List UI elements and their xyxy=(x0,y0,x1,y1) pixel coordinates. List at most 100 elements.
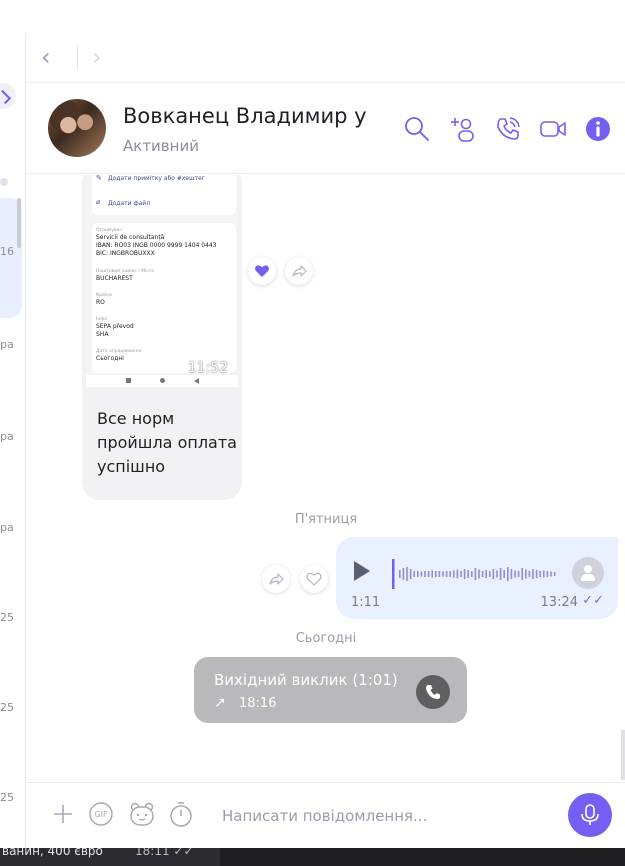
viber-logo-icon[interactable] xyxy=(0,83,16,109)
waveform-bar xyxy=(424,571,426,577)
taskbar-area xyxy=(220,848,625,866)
waveform-bar xyxy=(420,571,423,577)
message-input[interactable] xyxy=(222,805,552,827)
share-icon[interactable] xyxy=(262,565,290,593)
waveform-bar xyxy=(532,569,534,579)
city-value: BUCHAREST xyxy=(96,275,133,282)
call-back-button[interactable] xyxy=(416,675,450,709)
waveform-bar xyxy=(438,571,441,577)
waveform-bar xyxy=(445,571,448,577)
notification-preview[interactable]: ванин, 400 євро 18:11 ✓✓ xyxy=(0,848,220,866)
plus-icon[interactable] xyxy=(49,800,77,828)
voice-message[interactable]: 1:11 13:24 ✓✓ xyxy=(336,537,618,619)
read-receipt-icon: ✓✓ xyxy=(582,593,604,608)
voice-duration: 1:11 xyxy=(351,595,381,610)
waveform-bar xyxy=(528,571,531,577)
sticker-icon[interactable] xyxy=(128,800,156,828)
add-note-label: Додати примітку або #хештег xyxy=(108,175,205,182)
add-participant-icon[interactable] xyxy=(448,114,478,144)
waveform-bar xyxy=(471,571,473,577)
screenshot-time: 11:52 xyxy=(187,360,228,376)
waveform-bar xyxy=(525,569,527,579)
country-label: Країна xyxy=(96,293,112,298)
notification-time: 18:11 ✓✓ xyxy=(135,848,194,858)
recipient-value: Servicii de consultanță xyxy=(96,234,165,241)
image-message[interactable]: ✎ Додати примітку або #хештег ⌀ Додати ф… xyxy=(82,175,242,500)
timer-icon[interactable] xyxy=(167,800,195,828)
scrollbar[interactable] xyxy=(621,730,625,780)
waveform-bar xyxy=(399,570,401,578)
pencil-icon: ✎ xyxy=(96,175,102,182)
conversation-date: 25 xyxy=(0,791,14,804)
conversation-date: ра xyxy=(0,338,14,351)
svg-text:GIF: GIF xyxy=(94,810,108,819)
home-icon xyxy=(160,378,165,383)
phone-icon xyxy=(426,685,440,699)
contact-name[interactable]: Вовканец Владимир у xyxy=(123,104,367,128)
waveform-bar xyxy=(507,567,509,581)
like-reaction-icon[interactable] xyxy=(248,257,276,285)
waveform-bar xyxy=(481,571,484,577)
message-time: 13:24 xyxy=(540,595,578,610)
call-icon[interactable] xyxy=(493,114,523,144)
scrollbar[interactable] xyxy=(17,198,21,248)
back-icon xyxy=(194,378,199,384)
info-icon[interactable] xyxy=(583,114,613,144)
waveform-bar xyxy=(456,569,459,579)
video-call-icon[interactable] xyxy=(538,114,568,144)
unread-dot xyxy=(0,178,8,186)
conversation-date: 16 xyxy=(0,245,14,258)
playback-cursor xyxy=(392,559,395,589)
navigation-bar: ‹ › xyxy=(27,33,625,83)
waveform-bar xyxy=(449,571,451,577)
play-icon[interactable] xyxy=(354,561,370,581)
conversation-date: ра xyxy=(0,521,14,534)
back-arrow-icon[interactable]: ‹ xyxy=(41,43,51,71)
forward-arrow-icon[interactable]: › xyxy=(92,43,102,71)
phone-navbar xyxy=(86,375,238,387)
waveform-bar xyxy=(431,570,433,578)
waveform-bar xyxy=(543,570,545,578)
conversation-date: ра xyxy=(0,430,14,443)
waveform-bar xyxy=(492,569,495,579)
conversation-list[interactable]: 16 ра ра ра 25 25 25 xyxy=(0,33,26,848)
waveform-bar xyxy=(514,570,516,578)
waveform-bar xyxy=(474,568,477,580)
waveform-bar xyxy=(510,569,513,579)
outgoing-call-message[interactable]: Вихідний виклик (1:01) ↗ 18:16 xyxy=(194,657,467,723)
message-list[interactable]: ✎ Додати примітку або #хештег ⌀ Додати ф… xyxy=(27,175,625,781)
divider xyxy=(77,45,78,69)
share-icon[interactable] xyxy=(285,257,313,285)
waveform-bar xyxy=(485,570,487,578)
waveform-bar xyxy=(460,571,462,577)
gif-icon[interactable]: GIF xyxy=(87,800,115,828)
waveform-bar xyxy=(478,569,480,579)
charge-value: SHA xyxy=(96,331,109,338)
waveform-bar xyxy=(503,570,505,578)
waveform-bar xyxy=(553,572,556,576)
waveform-bar xyxy=(517,571,520,577)
search-icon[interactable] xyxy=(402,114,432,144)
waveform-bar xyxy=(489,571,491,577)
message-composer: GIF xyxy=(27,782,625,848)
contact-avatar[interactable] xyxy=(48,99,106,157)
waveform-bar xyxy=(467,570,469,578)
waveform-bar xyxy=(521,568,523,580)
country-value: RO xyxy=(96,299,105,306)
like-icon[interactable] xyxy=(300,565,328,593)
day-separator: Сьогодні xyxy=(295,631,357,646)
add-file-label: Додати файл xyxy=(108,200,151,207)
iban-value: IBAN: RO03 INGB 0000 9999 1404 0443 xyxy=(96,242,217,249)
message-text: Все норм пройшла оплата успішно xyxy=(97,409,237,476)
date-label: Дата опрацювання xyxy=(96,349,142,354)
waveform-bar xyxy=(539,571,541,577)
info-value: SEPA převod xyxy=(96,323,134,330)
voice-waveform[interactable] xyxy=(392,559,560,589)
waveform-bar xyxy=(496,570,498,578)
contact-status: Активний xyxy=(123,137,199,155)
paperclip-icon: ⌀ xyxy=(96,198,101,206)
conversation-date: 25 xyxy=(0,611,14,624)
voice-record-button[interactable] xyxy=(568,793,612,837)
call-time: 18:16 xyxy=(239,696,277,711)
payment-screenshot[interactable]: ✎ Додати примітку або #хештег ⌀ Додати ф… xyxy=(86,175,238,387)
